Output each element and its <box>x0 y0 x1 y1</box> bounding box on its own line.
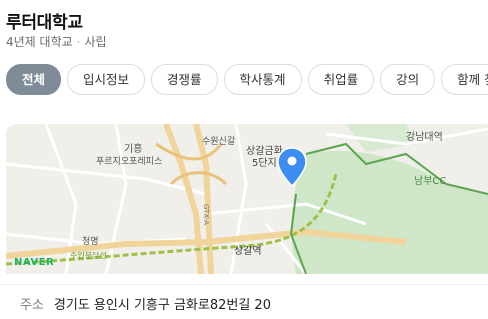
tab-bar: 전체 입시정보 경쟁률 학사통계 취업률 강의 함께 찾은 대 <box>6 64 488 95</box>
university-type: 4년제 대학교 <box>6 35 73 49</box>
label-suwon-ic: 수원신갈 <box>202 136 235 147</box>
page-title: 루터대학교 <box>6 13 83 33</box>
tab-all[interactable]: 전체 <box>6 64 62 95</box>
university-meta: 4년제 대학교 · 사립 <box>6 33 107 50</box>
map-provider-logo: NAVER <box>14 257 55 268</box>
label-cheongmyeong: 청명 <box>82 236 99 247</box>
map-canvas: 강남대역 기흥 푸르지오포레피스 수원신갈 상갈금화 5단지아파트 상갈역 청명… <box>6 124 488 274</box>
tab-statistics[interactable]: 학사통계 <box>223 64 302 95</box>
tab-competition[interactable]: 경쟁률 <box>151 64 218 95</box>
tab-employment[interactable]: 취업률 <box>307 64 375 95</box>
label-sanggal-station: 상갈역 <box>234 244 262 257</box>
tab-admission[interactable]: 입시정보 <box>67 64 146 95</box>
tab-lectures[interactable]: 강의 <box>380 64 436 95</box>
location-map[interactable]: 강남대역 기흥 푸르지오포레피스 수원신갈 상갈금화 5단지아파트 상갈역 청명… <box>6 124 488 274</box>
label-giheung: 기흥 <box>124 142 142 155</box>
address-value: 경기도 용인시 기흥구 금화로82번길 20 <box>53 298 271 313</box>
label-gtx: GTX-A <box>202 204 210 225</box>
meta-separator: · <box>76 35 81 49</box>
label-nambu-cc: 남부CC <box>414 175 446 187</box>
tab-related[interactable]: 함께 찾은 대 <box>441 64 488 95</box>
address-row: 주소 경기도 용인시 기흥구 금화로82번길 20 <box>20 294 271 313</box>
label-gangnam-station: 강남대역 <box>406 131 443 143</box>
label-sanggal-apt: 상갈금화 <box>246 144 283 157</box>
university-ownership: 사립 <box>84 35 107 49</box>
label-pureuzio: 푸르지오포레피스 <box>96 156 162 167</box>
address-label: 주소 <box>20 298 44 313</box>
label-suinbundang: 수인분당선 <box>70 250 107 260</box>
divider <box>0 284 488 285</box>
